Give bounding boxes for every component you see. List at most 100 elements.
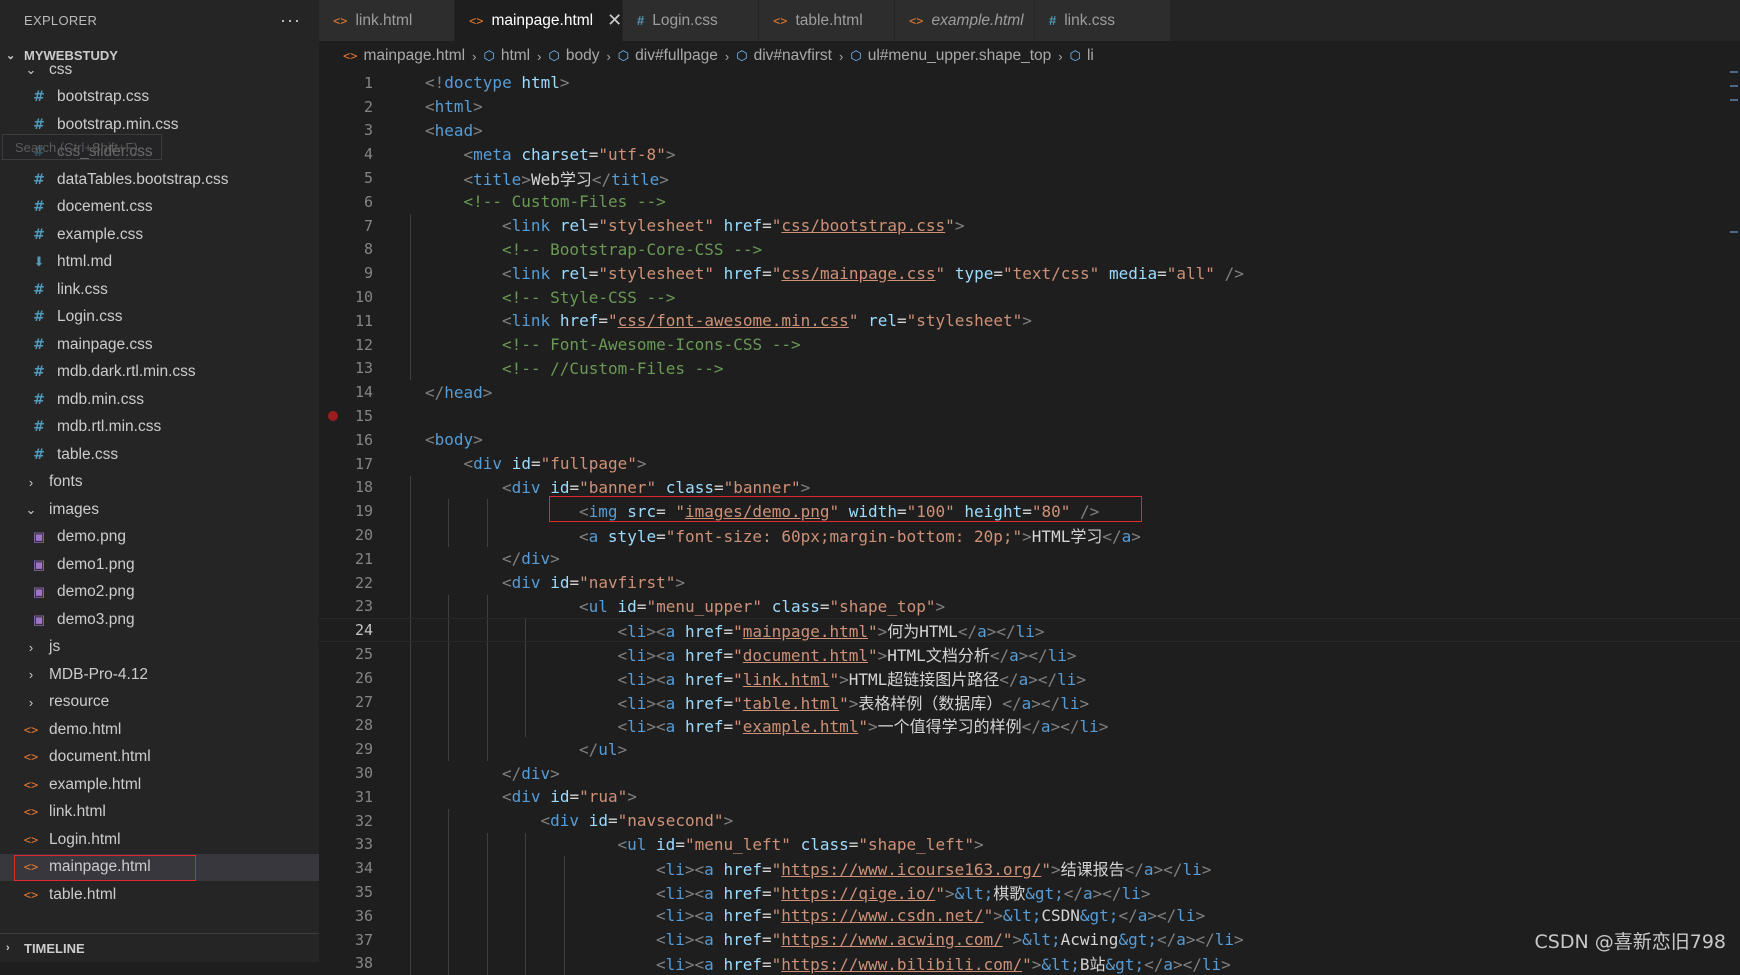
code-token: = [675,834,685,854]
tree-item-html-md[interactable]: ⬇ html.md [0,249,319,277]
code-line: 24 <li><a href="mainpage.html">何为HTML</a>… [319,618,1740,643]
code-text: <img src= "images/demo.png" width="100" … [373,502,1099,521]
tree-item-demo-png[interactable]: ▣ demo.png [0,524,319,552]
code-editor[interactable]: 1 <!doctype html> 2 <html> 3 <head> 4 <meta cha… [319,71,1740,975]
code-line: 15 [319,404,1740,428]
tree-item-demo3-png[interactable]: ▣ demo3.png [0,606,319,634]
code-token: li [627,669,647,689]
breadcrumb-item[interactable]: ⬡ ul#menu_upper.shape_top [850,47,1051,65]
tree-item-mdb-rtl-min-css[interactable]: # mdb.rtl.min.css [0,414,319,442]
code-token: = [993,263,1003,283]
tree-item-document-html[interactable]: <> document.html [0,744,319,772]
tree-item-table-html[interactable]: <> table.html [0,881,319,909]
breadcrumb-label: body [565,47,600,64]
code-token: body [434,430,474,450]
tree-item-mdb-dark-rtl-min-css[interactable]: # mdb.dark.rtl.min.css [0,359,319,387]
tree-item-js[interactable]: › js [0,634,319,662]
code-token: = [530,454,541,474]
tree-item-mainpage-css[interactable]: # mainpage.css [0,331,319,359]
code-token: CSDN [1041,906,1080,926]
code-token: "80" [1031,501,1071,521]
tree-item-mainpage-html[interactable]: <> mainpage.html [0,853,319,881]
code-token: = [762,216,772,236]
code-token: " [733,622,743,642]
code-token: &lt; [1002,906,1042,926]
breadcrumb-item[interactable]: ⬡ body [548,47,599,65]
code-token: meta [473,144,512,164]
code-token: ></ [1018,646,1048,666]
minimap [1726,71,1740,271]
code-line: 14 </head> [319,380,1740,404]
code-token: "stylesheet" [598,216,714,236]
code-line: 4 <meta charset="utf-8"> [319,142,1740,166]
code-text: <!-- //Custom-Files --> [373,359,724,378]
code-text: </div> [373,549,560,568]
breadcrumb-item[interactable]: <> mainpage.html [343,47,465,65]
css-file-icon: # [33,364,45,381]
code-token: li [1015,622,1035,642]
tab-example-html[interactable]: <> example.html [895,0,1035,41]
code-token: " [935,263,946,283]
code-text: <div id="fullpage"> [373,454,647,473]
code-token: > [559,73,570,93]
tree-item-table-css[interactable]: # table.css [0,441,319,469]
tab-mainpage-html[interactable]: <> mainpage.html ✕ [455,0,623,41]
tree-item-css[interactable]: ⌄ css [0,56,319,84]
tree-item-resource[interactable]: › resource [0,689,319,717]
tree-item-images[interactable]: ⌄ images [0,496,319,524]
tree-item-demo-html[interactable]: <> demo.html [0,716,319,744]
code-token: css/font-awesome.min.css [617,311,849,331]
code-token: a [588,527,599,547]
code-token: li [665,930,685,950]
tree-item-fonts[interactable]: › fonts [0,469,319,497]
tree-item-mdb-pro-4-12[interactable]: › MDB-Pro-4.12 [0,661,319,689]
tree-item-example-css[interactable]: # example.css [0,221,319,249]
tab-link-css[interactable]: # link.css [1035,0,1171,41]
tab-link-html[interactable]: <> link.html [319,0,455,41]
code-token: li [1079,717,1099,737]
code-token: a [1176,930,1186,950]
code-token: = [713,477,724,497]
code-token: > [636,454,647,474]
tree-item-demo2-png[interactable]: ▣ demo2.png [0,579,319,607]
code-token: a [704,930,714,950]
tree-item-example-html[interactable]: <> example.html [0,771,319,799]
tree-item-label: link.html [49,803,106,821]
more-actions-icon[interactable]: ··· [280,10,301,31]
line-number: 23 [354,597,373,616]
code-token: ></ [986,622,1016,642]
close-icon[interactable]: ✕ [607,10,622,31]
code-token: li [665,884,685,903]
breadcrumb-item[interactable]: ⬡ li [1070,47,1094,65]
tree-item-link-html[interactable]: <> link.html [0,799,319,827]
code-line: 2 <html> [319,95,1740,119]
breadcrumb-label: ul#menu_upper.shape_top [867,47,1052,64]
code-token: </ [579,739,599,759]
tab-login-css[interactable]: # Login.css [623,0,759,41]
timeline-section[interactable]: › TIMELINE [0,933,319,962]
breadcrumb-item[interactable]: ⬡ div#navfirst [736,47,832,65]
code-token: < [463,454,474,474]
tree-item-mdb-min-css[interactable]: # mdb.min.css [0,386,319,414]
tree-item-link-css[interactable]: # link.css [0,276,319,304]
tree-item-login-html[interactable]: <> Login.html [0,826,319,854]
tree-item-bootstrap-css[interactable]: # bootstrap.css [0,84,319,112]
tree-item-login-css[interactable]: # Login.css [0,304,319,332]
breadcrumb-item[interactable]: ⬡ div#fullpage [618,47,718,65]
code-text: <li><a href="https://www.bilibili.com/">… [373,951,1231,975]
code-line: 33 <ul id="menu_left" class="shape_left"> [319,832,1740,857]
code-token: < [502,477,512,497]
tab-table-html[interactable]: <> table.html [759,0,895,41]
code-text: <link rel="stylesheet" href="css/bootstr… [373,216,964,235]
breakpoint-icon[interactable] [328,411,338,422]
tree-item-docement-css[interactable]: # docement.css [0,194,319,222]
tree-item-demo1-png[interactable]: ▣ demo1.png [0,551,319,579]
tree-item-datatables-bootstrap-css[interactable]: # dataTables.bootstrap.css [0,166,319,194]
code-token: &lt; [1022,930,1061,950]
breadcrumb-item[interactable]: ⬡ html [483,47,530,65]
code-text: <li><a href="https://www.csdn.net/">&lt;… [373,906,1205,925]
